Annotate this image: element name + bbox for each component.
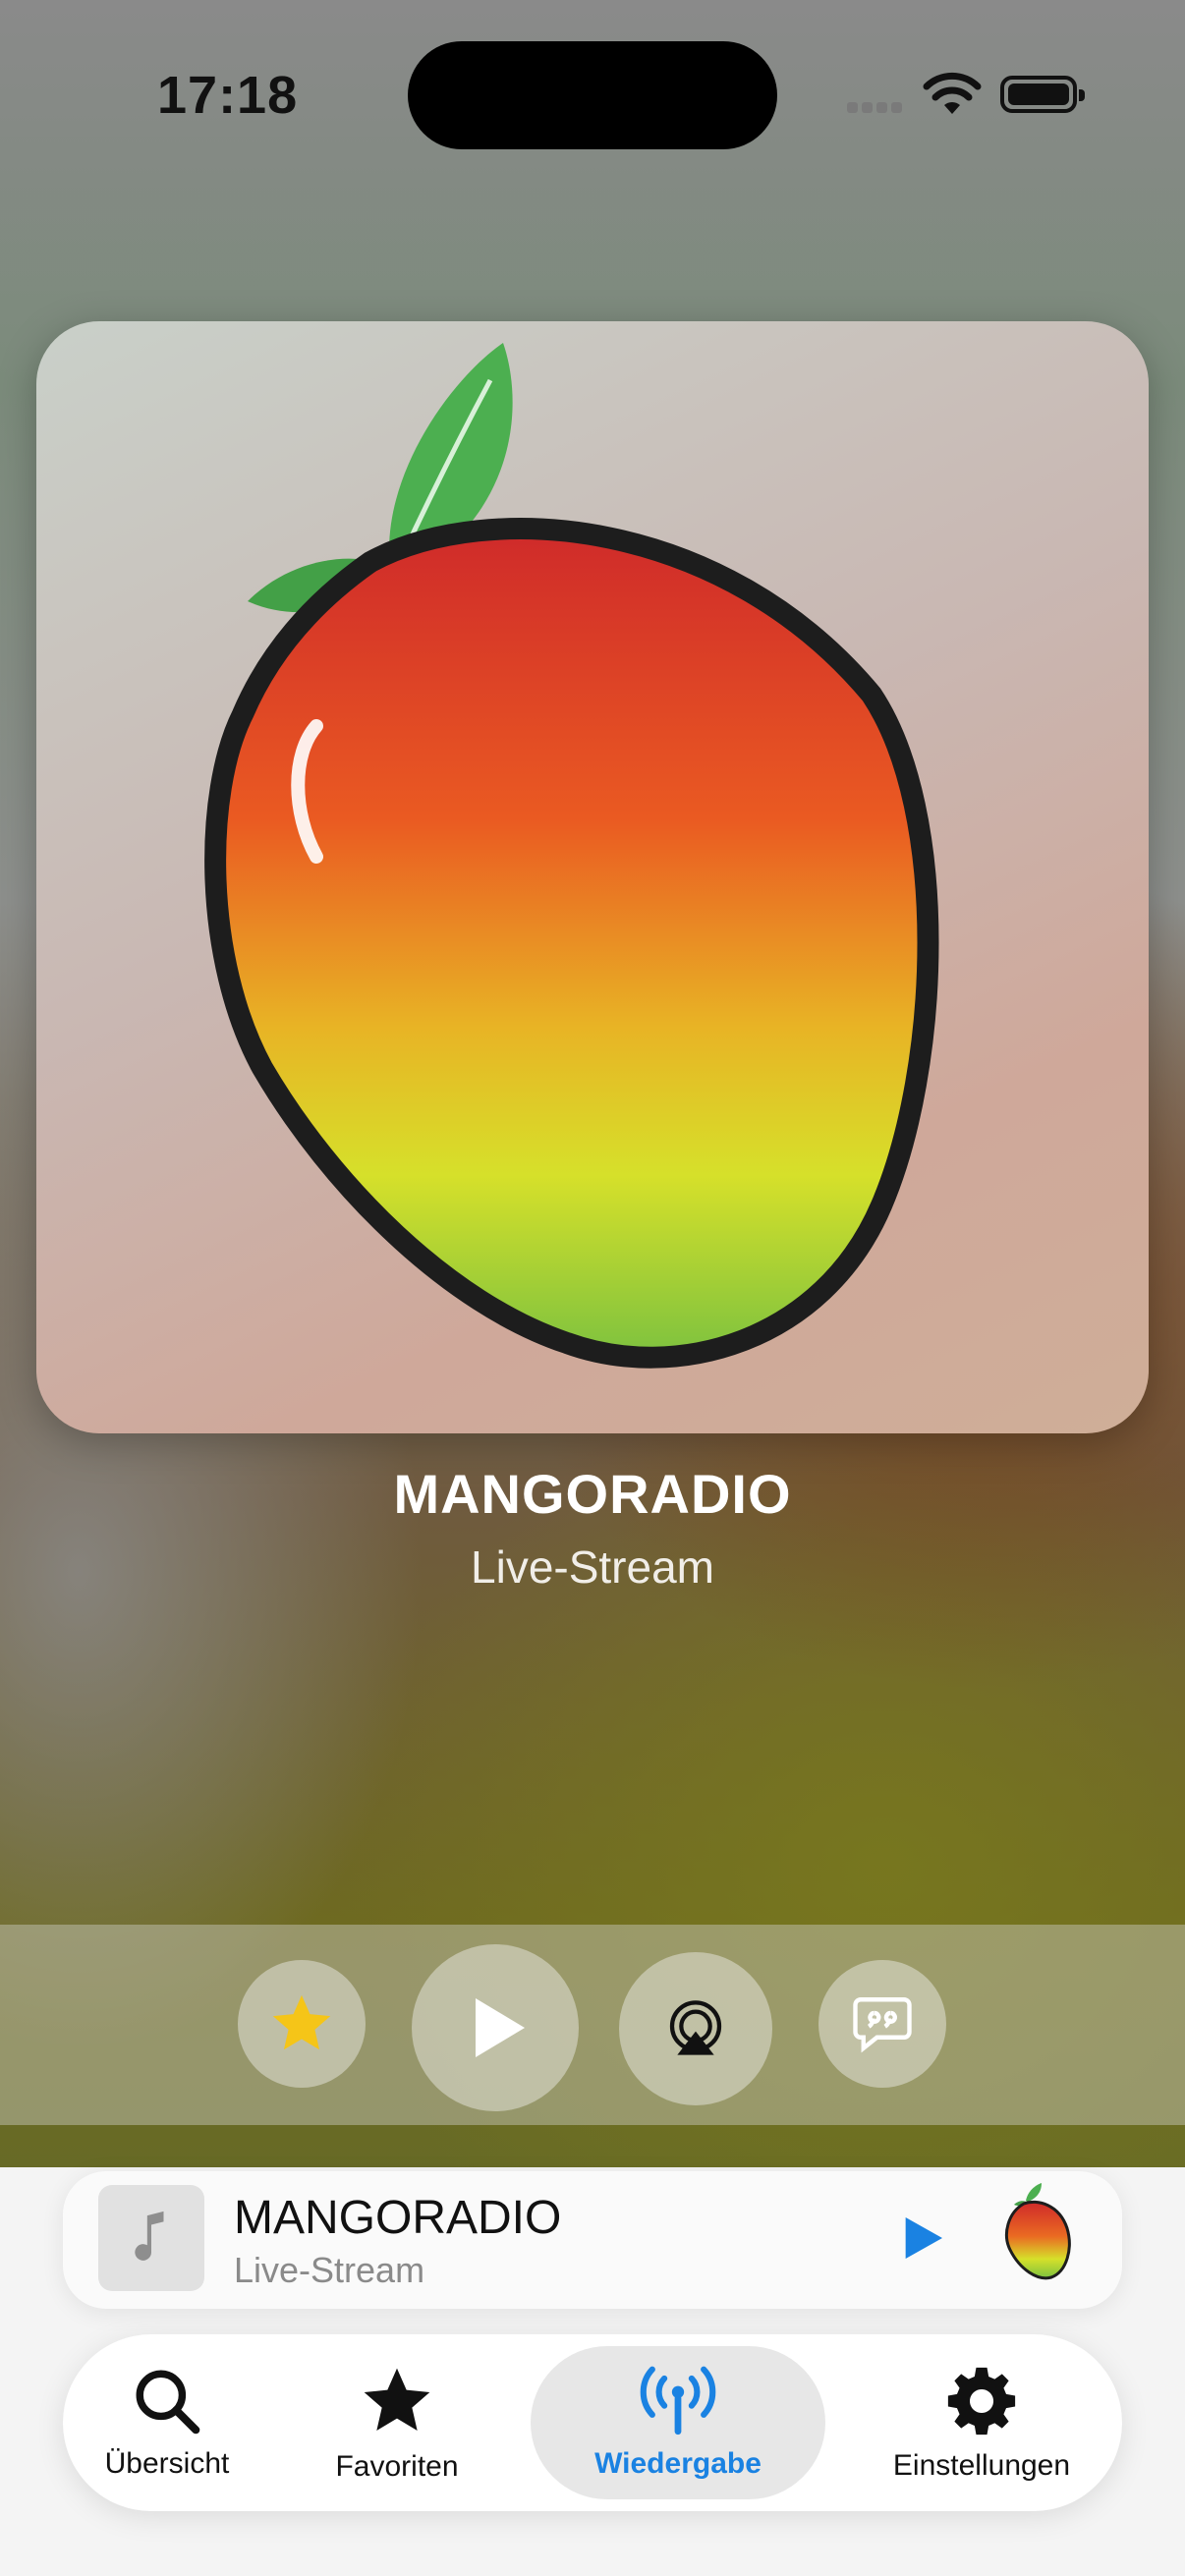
tab-label: Einstellungen bbox=[892, 2449, 1071, 2482]
broadcast-icon bbox=[640, 2366, 716, 2436]
playback-controls bbox=[0, 1925, 1185, 2125]
star-icon bbox=[272, 1994, 331, 2050]
play-icon bbox=[476, 1998, 525, 2057]
tab-bar: Übersicht Favoriten Wiedergabe Einstellu… bbox=[63, 2334, 1122, 2511]
tab-einstellungen[interactable]: Einstellungen bbox=[849, 2346, 1114, 2499]
status-time: 17:18 bbox=[157, 66, 299, 125]
mini-mango-logo-icon bbox=[1005, 2183, 1071, 2280]
tab-wiedergabe[interactable]: Wiedergabe bbox=[531, 2346, 825, 2499]
mini-player[interactable]: MANGORADIO Live-Stream bbox=[63, 2171, 1122, 2309]
station-artwork bbox=[36, 321, 1149, 1433]
battery-icon bbox=[1000, 76, 1085, 113]
gear-icon bbox=[947, 2367, 1016, 2436]
tab-label: Übersicht bbox=[104, 2447, 230, 2480]
chat-button[interactable] bbox=[818, 1960, 946, 2088]
music-note-icon bbox=[135, 2211, 164, 2261]
tab-favoriten[interactable]: Favoriten bbox=[299, 2346, 495, 2499]
favorite-button[interactable] bbox=[238, 1960, 366, 2088]
star-icon bbox=[364, 2368, 430, 2431]
station-title: MANGORADIO bbox=[393, 1463, 792, 1525]
mini-play-icon[interactable] bbox=[894, 2211, 949, 2266]
play-button[interactable] bbox=[412, 1944, 579, 2111]
tab-label: Favoriten bbox=[335, 2450, 459, 2483]
search-icon bbox=[136, 2370, 200, 2435]
airplay-icon bbox=[669, 2000, 722, 2055]
tab-uebersicht[interactable]: Übersicht bbox=[75, 2346, 259, 2499]
mini-player-thumbnail bbox=[98, 2185, 204, 2291]
mini-player-title: MANGORADIO bbox=[234, 2192, 562, 2244]
mini-player-subtitle: Live-Stream bbox=[234, 2250, 425, 2290]
chat-quote-icon bbox=[853, 1997, 912, 2053]
mango-logo-icon bbox=[204, 343, 939, 1369]
airplay-button[interactable] bbox=[619, 1952, 772, 2105]
dynamic-island bbox=[408, 41, 777, 149]
cellular-signal-icon bbox=[847, 100, 906, 118]
status-bar: 17:18 bbox=[0, 0, 1185, 196]
wifi-icon bbox=[923, 72, 982, 114]
tab-label: Wiedergabe bbox=[594, 2447, 762, 2480]
station-subtitle: Live-Stream bbox=[471, 1541, 714, 1593]
